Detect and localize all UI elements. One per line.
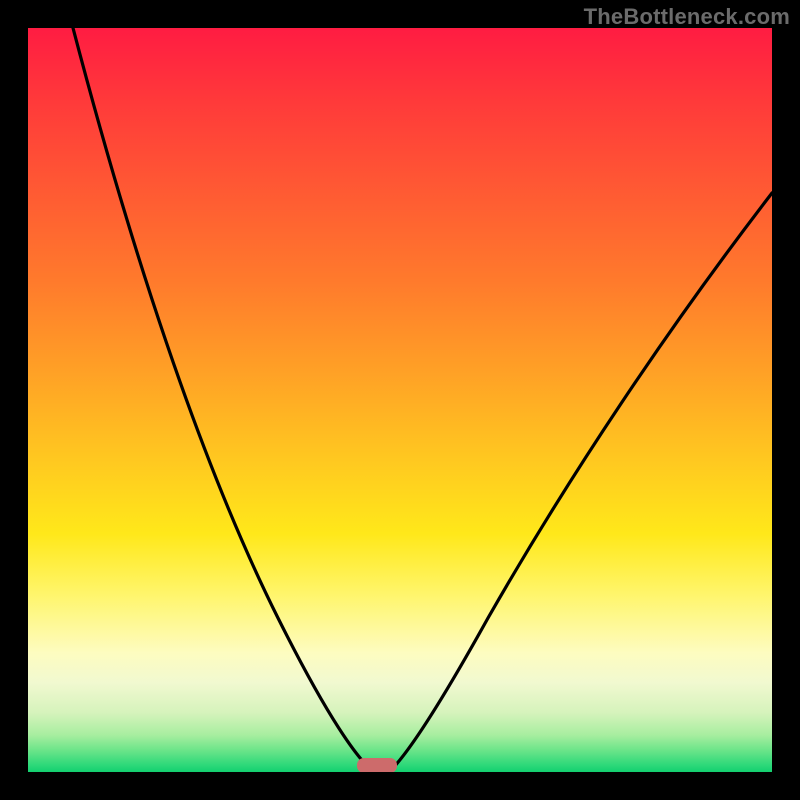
curve-right-branch — [389, 193, 772, 772]
bottleneck-curve — [28, 28, 772, 772]
curve-left-branch — [73, 28, 374, 772]
watermark-text: TheBottleneck.com — [584, 4, 790, 30]
plot-area — [28, 28, 772, 772]
outer-frame: TheBottleneck.com — [0, 0, 800, 800]
bottleneck-marker — [357, 758, 397, 772]
